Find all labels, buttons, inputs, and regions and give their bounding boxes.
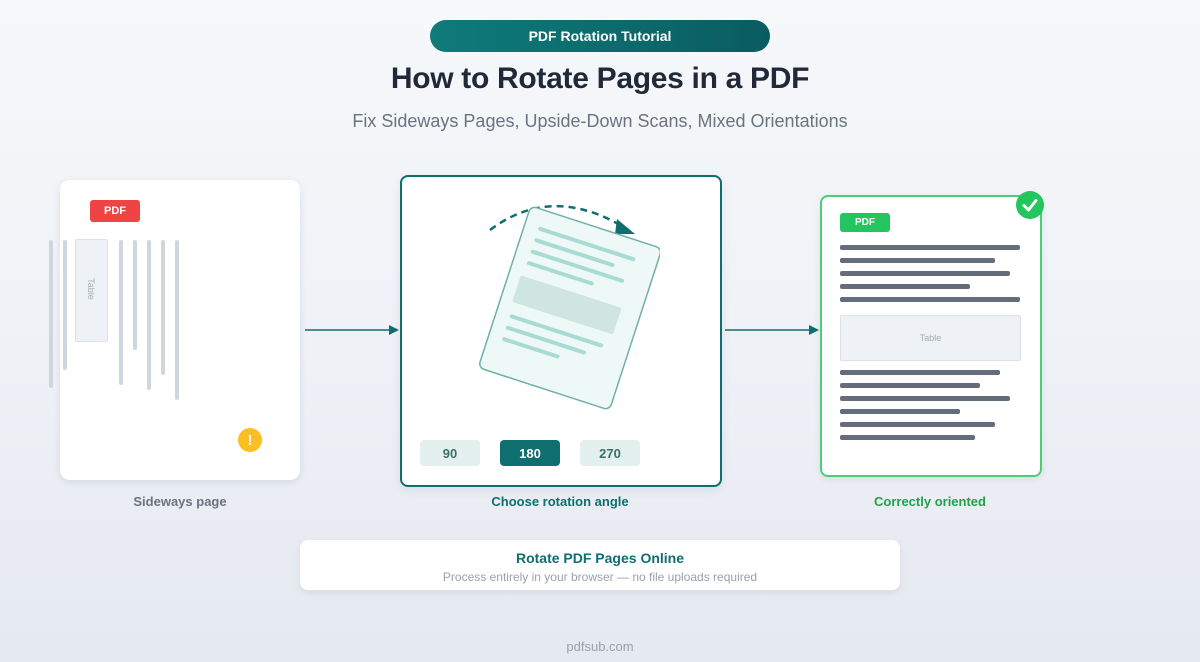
text-line <box>840 297 1020 302</box>
check-circle-icon <box>1016 191 1044 219</box>
sideways-text-line <box>63 240 67 370</box>
text-line <box>840 258 995 263</box>
footer-site: pdfsub.com <box>566 639 634 654</box>
arrow-right-icon <box>305 325 399 335</box>
info-subtitle: Process entirely in your browser — no fi… <box>442 570 758 584</box>
text-line <box>840 271 1010 276</box>
page-subtitle: Fix Sideways Pages, Upside-Down Scans, M… <box>352 111 848 131</box>
page-title: How to Rotate Pages in a PDF <box>390 62 810 95</box>
text-line <box>840 396 1010 401</box>
sideways-text-line <box>49 240 53 388</box>
sideways-table-label: Table <box>86 278 96 300</box>
sideways-page-caption: Sideways page <box>133 494 227 509</box>
warning-icon: ! <box>238 428 262 452</box>
text-line <box>840 383 980 388</box>
angle-180-button[interactable]: 180 <box>500 440 560 466</box>
text-line <box>840 245 1020 250</box>
text-line <box>840 422 995 427</box>
info-title: Rotate PDF Pages Online <box>515 550 685 566</box>
sideways-text-line <box>119 240 123 385</box>
text-line <box>840 284 970 289</box>
text-line <box>840 370 1000 375</box>
arrow-right-icon <box>725 325 819 335</box>
angle-90-button[interactable]: 90 <box>420 440 480 466</box>
sideways-text-line <box>175 240 179 400</box>
table-placeholder: Table <box>840 315 1021 361</box>
rotation-angle-caption: Choose rotation angle <box>491 494 629 509</box>
tutorial-badge: PDF Rotation Tutorial <box>430 20 770 52</box>
rotated-page-illustration <box>479 206 660 410</box>
sideways-text-line <box>133 240 137 350</box>
sideways-text-line <box>147 240 151 390</box>
angle-270-button[interactable]: 270 <box>580 440 640 466</box>
pdf-badge: PDF <box>840 213 890 232</box>
sideways-text-line <box>161 240 165 375</box>
pdf-badge: PDF <box>90 200 140 222</box>
text-line <box>840 435 975 440</box>
correct-page-caption: Correctly oriented <box>874 494 986 509</box>
text-line <box>840 409 960 414</box>
